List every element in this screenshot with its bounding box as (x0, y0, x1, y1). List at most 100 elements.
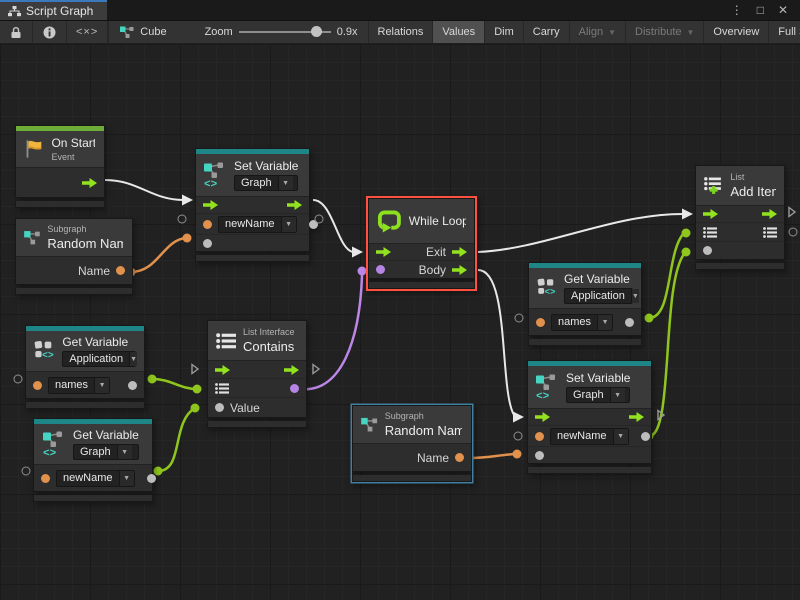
variable-name-dropdown[interactable]: newName ▼ (218, 216, 297, 233)
value-input-port[interactable] (203, 239, 212, 248)
control-input-port[interactable] (203, 200, 218, 210)
node-on-start[interactable]: On Start Event (15, 125, 105, 208)
node-get-variable-app-right[interactable]: <> Get Variable Application ▼ na (528, 262, 642, 346)
inspect-button[interactable] (33, 21, 67, 43)
value-output-port[interactable] (641, 432, 650, 441)
node-title: Random Name (47, 236, 123, 251)
condition-input-port[interactable] (376, 265, 385, 274)
list-output-port[interactable] (763, 227, 777, 238)
node-set-variable-left[interactable]: <> Set Variable Graph ▼ (195, 148, 310, 262)
name-input-port[interactable] (203, 220, 212, 229)
value-input-port[interactable] (535, 451, 544, 460)
lock-button[interactable] (0, 21, 33, 43)
unconnected-value-indicator (515, 314, 524, 323)
unconnected-value-indicator (789, 228, 798, 237)
fullscreen-button[interactable]: Full Screen (769, 21, 800, 43)
node-title: Get Variable (62, 335, 136, 349)
svg-text:<>: <> (545, 287, 556, 298)
node-list-contains[interactable]: List Interface Contains (207, 320, 307, 428)
values-button[interactable]: Values (433, 21, 485, 43)
carry-button[interactable]: Carry (524, 21, 570, 43)
node-subgraph-random-name-bottom[interactable]: Subgraph Random Name Name (352, 405, 472, 482)
node-title: Get Variable (73, 428, 139, 442)
value-output-port[interactable] (128, 381, 137, 390)
chevron-down-icon: ▼ (613, 429, 628, 444)
dim-button[interactable]: Dim (485, 21, 524, 43)
variable-name-dropdown[interactable]: names ▼ (551, 314, 613, 331)
tab-script-graph[interactable]: Script Graph (0, 0, 107, 20)
wire-while-exit-to-additem[interactable] (478, 209, 693, 253)
distribute-button[interactable]: Distribute▼ (626, 21, 704, 43)
control-input-port[interactable] (215, 365, 230, 375)
unconnected-control-indicator (657, 408, 666, 426)
control-output-port[interactable] (287, 200, 302, 210)
name-input-port[interactable] (536, 318, 545, 327)
chevron-down-icon: ▼ (687, 28, 695, 37)
svg-text:<>: <> (204, 179, 218, 188)
variable-scope-dropdown[interactable]: Graph ▼ (234, 175, 298, 191)
control-output-port[interactable] (284, 365, 299, 375)
node-type-label: Subgraph (385, 411, 462, 421)
wire-while-body-to-setvar2[interactable] (478, 270, 524, 423)
zoom-slider-thumb[interactable] (311, 26, 322, 37)
wire-contains-to-while-condition[interactable] (297, 267, 367, 394)
body-output-port[interactable] (452, 265, 467, 275)
wire-getvarL-newname-to-contains-value[interactable] (154, 404, 200, 476)
tab-bar-spacer (107, 0, 718, 20)
node-get-variable-graph-left[interactable]: <> Get Variable Graph ▼ newName (33, 418, 153, 502)
name-output-port[interactable] (455, 453, 464, 462)
port-label: Body (419, 263, 446, 277)
variable-scope-dropdown[interactable]: Application ▼ (564, 288, 633, 304)
variable-scope-dropdown[interactable]: Graph ▼ (73, 444, 139, 460)
relations-button[interactable]: Relations (368, 21, 434, 43)
svg-text:<>: <> (536, 391, 550, 400)
list-input-port[interactable] (703, 227, 717, 238)
wire-onstart-to-setvar[interactable] (105, 180, 193, 206)
node-while-loop[interactable]: While Loop Exit Body (368, 198, 475, 289)
zoom-slider[interactable] (239, 31, 331, 33)
control-input-port[interactable] (535, 412, 550, 422)
list-input-port[interactable] (215, 383, 229, 394)
name-input-port[interactable] (33, 381, 42, 390)
node-set-variable-right[interactable]: <> Set Variable Graph ▼ (527, 360, 652, 474)
graph-target[interactable]: Cube (109, 21, 176, 43)
variables-toggle-button[interactable]: <×> (67, 21, 108, 43)
lock-icon (10, 26, 22, 39)
variable-name-dropdown[interactable]: newName ▼ (56, 470, 135, 487)
variable-name-dropdown[interactable]: newName ▼ (550, 428, 629, 445)
name-output-port[interactable] (116, 266, 125, 275)
control-input-port[interactable] (376, 247, 391, 257)
value-output-port[interactable] (625, 318, 634, 327)
control-input-port[interactable] (703, 209, 718, 219)
value-output-port[interactable] (147, 474, 156, 483)
window-menu-icon[interactable]: ⋮ (731, 3, 743, 17)
item-input-port[interactable] (703, 246, 712, 255)
maximize-icon[interactable]: □ (757, 3, 764, 17)
wire-setvar-to-while[interactable] (313, 200, 363, 258)
graph-target-label: Cube (140, 26, 166, 38)
exit-output-port[interactable] (452, 247, 467, 257)
close-icon[interactable]: ✕ (778, 3, 788, 17)
node-list-add-item[interactable]: List Add Item (695, 165, 785, 270)
variable-scope-dropdown[interactable]: Graph ▼ (566, 387, 630, 403)
align-button[interactable]: Align▼ (570, 21, 626, 43)
value-input-port[interactable] (215, 403, 224, 412)
control-output-port[interactable] (629, 412, 644, 422)
flag-icon (23, 138, 44, 160)
wire-subgraphL-name-to-setvar-value[interactable] (127, 234, 192, 277)
node-get-variable-app-left[interactable]: <> Get Variable Application ▼ na (25, 325, 145, 409)
variable-scope-dropdown[interactable]: Application ▼ (62, 351, 136, 367)
tab-title: Script Graph (26, 4, 93, 18)
bool-output-port[interactable] (290, 384, 299, 393)
name-input-port[interactable] (535, 432, 544, 441)
variable-name-dropdown[interactable]: names ▼ (48, 377, 110, 394)
wire-getvarR-names-to-additem-list[interactable] (645, 229, 691, 323)
node-subgraph-random-name-left[interactable]: Subgraph Random Name Name (15, 218, 133, 295)
name-input-port[interactable] (41, 474, 50, 483)
overview-button[interactable]: Overview (704, 21, 769, 43)
wire-subgraphB-name-to-setvar2-value[interactable] (465, 450, 522, 463)
control-output-port[interactable] (762, 209, 777, 219)
control-output-port[interactable] (82, 178, 97, 188)
chevron-down-icon: ▼ (117, 445, 132, 459)
graph-canvas[interactable]: On Start Event (0, 44, 800, 600)
